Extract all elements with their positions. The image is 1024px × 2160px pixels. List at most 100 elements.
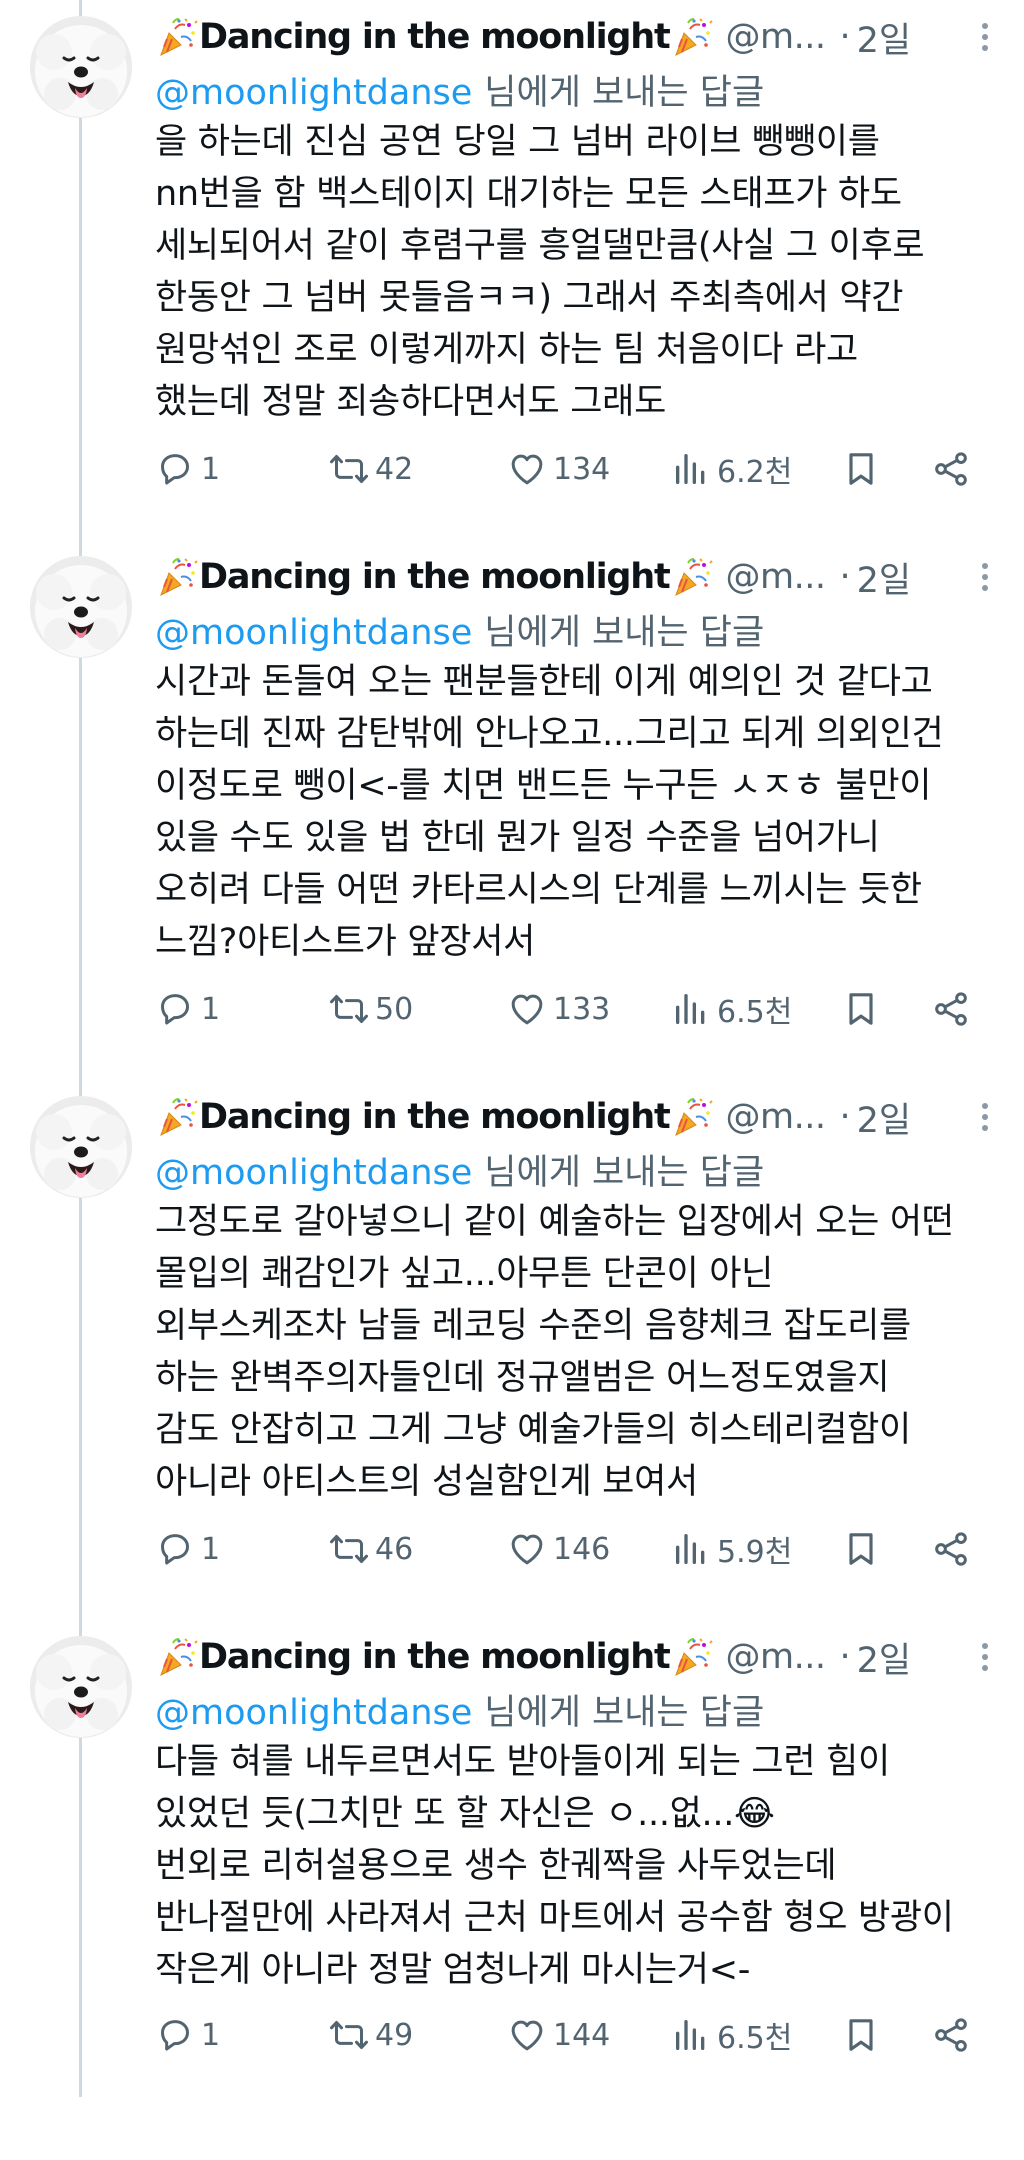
timestamp[interactable]: 2일	[857, 1632, 911, 1683]
timestamp[interactable]: 2일	[857, 552, 911, 603]
views-button[interactable]: 5.9천	[671, 1524, 792, 1574]
heart-icon	[507, 2015, 547, 2055]
tweet[interactable]: Dancing in the moonlight @m... · 2일 @moo…	[0, 1080, 1024, 1620]
bookmark-button[interactable]	[841, 2010, 881, 2060]
bookmark-button[interactable]	[841, 1524, 881, 1574]
retweet-button[interactable]: 46	[329, 1524, 413, 1574]
views-button[interactable]: 6.5천	[671, 2010, 792, 2060]
party-popper-emoji-icon	[670, 1095, 714, 1139]
more-options-icon[interactable]	[965, 1636, 1005, 1678]
tweet[interactable]: Dancing in the moonlight @m... · 2일 @moo…	[0, 0, 1024, 540]
heart-icon	[507, 989, 547, 1029]
tweet[interactable]: Dancing in the moonlight @m... · 2일 @moo…	[0, 540, 1024, 1080]
retweet-count: 42	[375, 451, 414, 487]
view-count: 5.9천	[717, 1535, 793, 1570]
display-name[interactable]: Dancing in the moonlight	[199, 1097, 671, 1137]
tweet[interactable]: Dancing in the moonlight @m... · 2일 @moo…	[0, 1620, 1024, 2160]
reply-count: 1	[201, 451, 221, 487]
share-button[interactable]	[931, 1524, 971, 1574]
tweet-text-line: 한동안 그 넘버 못들음ㅋㅋ) 그래서 주최측에서 약간	[155, 278, 904, 318]
retweet-icon	[329, 449, 369, 489]
reply-context-label: 님에게 보내는 답글	[484, 613, 765, 653]
reply-icon	[155, 449, 195, 489]
action-bar: 1 49 144 6.5천	[155, 2010, 985, 2060]
action-bar: 1 42 134 6.2천	[155, 444, 985, 494]
retweet-count: 46	[375, 1531, 414, 1567]
retweet-button[interactable]: 50	[329, 984, 413, 1034]
like-button[interactable]: 144	[507, 2010, 610, 2060]
reply-context-label: 님에게 보내는 답글	[484, 73, 765, 113]
like-button[interactable]: 146	[507, 1524, 610, 1574]
like-button[interactable]: 133	[507, 984, 610, 1034]
user-handle[interactable]: @m...	[726, 1637, 826, 1677]
share-button[interactable]	[931, 2010, 971, 2060]
more-options-icon[interactable]	[965, 1096, 1005, 1138]
tweet-text: 다들 혀를 내두르면서도 받아들이게 되는 그런 힘이 있었던 듯(그치만 또 …	[155, 1736, 1005, 1996]
share-button[interactable]	[931, 984, 971, 1034]
bookmark-icon	[841, 449, 881, 489]
retweet-button[interactable]: 42	[329, 444, 413, 494]
tweet-text-line: 했는데 정말 죄송하다면서도 그래도	[155, 382, 666, 422]
tweet-text-line: 세뇌되어서 같이 후렴구를 흥얼댈만큼(사실 그 이후로	[155, 226, 925, 266]
mention-link[interactable]: @moonlightdanse	[155, 1153, 472, 1193]
share-button[interactable]	[931, 444, 971, 494]
user-handle[interactable]: @m...	[726, 17, 826, 57]
retweet-icon	[329, 1529, 369, 1569]
bookmark-icon	[841, 2015, 881, 2055]
bookmark-button[interactable]	[841, 444, 881, 494]
mention-link[interactable]: @moonlightdanse	[155, 73, 472, 113]
display-name[interactable]: Dancing in the moonlight	[199, 1637, 671, 1677]
avatar[interactable]	[30, 556, 132, 658]
tweet-text-line: nn번을 함 백스테이지 대기하는 모든 스태프가 하도	[155, 174, 902, 214]
share-icon	[931, 989, 971, 1029]
like-button[interactable]: 134	[507, 444, 610, 494]
retweet-button[interactable]: 49	[329, 2010, 413, 2060]
tweet-text: 시간과 돈들여 오는 팬분들한테 이게 예의인 것 같다고 하는데 진짜 감탄밖…	[155, 656, 1005, 968]
avatar[interactable]	[30, 1096, 132, 1198]
tweet-text-line: 감도 안잡히고 그게 그냥 예술가들의 히스테리컬함이	[155, 1410, 911, 1450]
reply-button[interactable]: 1	[155, 2010, 220, 2060]
tweet-text: 그정도로 갈아넣으니 같이 예술하는 입장에서 오는 어떤 몰입의 쾌감인가 싶…	[155, 1196, 1005, 1508]
views-button[interactable]: 6.5천	[671, 984, 792, 1034]
tweet-text-line: 느낌?아티스트가 앞장서서	[155, 922, 536, 962]
tweet-text-line: 아니라 아티스트의 성실함인게 보여서	[155, 1462, 698, 1502]
display-name[interactable]: Dancing in the moonlight	[199, 557, 671, 597]
mention-link[interactable]: @moonlightdanse	[155, 1693, 472, 1733]
heart-icon	[507, 449, 547, 489]
tweet-text-line: 있을 수도 있을 법 한데 뭔가 일정 수준을 넘어가니	[155, 818, 880, 858]
avatar[interactable]	[30, 16, 132, 118]
tweet-text-line: 외부스케조차 남들 레코딩 수준의 음향체크 잡도리를	[155, 1306, 911, 1346]
user-handle[interactable]: @m...	[726, 557, 826, 597]
reply-button[interactable]: 1	[155, 984, 220, 1034]
reply-button[interactable]: 1	[155, 1524, 220, 1574]
timestamp[interactable]: 2일	[857, 1092, 911, 1143]
more-options-icon[interactable]	[965, 556, 1005, 598]
party-popper-emoji-icon	[155, 1095, 199, 1139]
analytics-icon	[671, 1529, 711, 1569]
reply-context: @moonlightdanse 님에게 보내는 답글	[155, 1684, 764, 1735]
heart-icon	[507, 1529, 547, 1569]
tweet-text-line: 번외로 리허설용으로 생수 한궤짝을 사두었는데	[155, 1846, 837, 1886]
timestamp[interactable]: 2일	[857, 12, 911, 63]
avatar[interactable]	[30, 1636, 132, 1738]
tweet-text: 을 하는데 진심 공연 당일 그 넘버 라이브 뺑뺑이를 nn번을 함 백스테이…	[155, 116, 1005, 428]
views-button[interactable]: 6.2천	[671, 444, 792, 494]
retweet-count: 49	[375, 2017, 414, 2053]
user-handle[interactable]: @m...	[726, 1097, 826, 1137]
like-count: 134	[553, 451, 611, 487]
separator-dot: ·	[839, 1637, 851, 1677]
reply-context: @moonlightdanse 님에게 보내는 답글	[155, 64, 764, 115]
more-options-icon[interactable]	[965, 16, 1005, 58]
display-name[interactable]: Dancing in the moonlight	[199, 17, 671, 57]
party-popper-emoji-icon	[670, 555, 714, 599]
tweet-text-line: 몰입의 쾌감인가 싶고...아무튼 단콘이 아닌	[155, 1254, 774, 1294]
mention-link[interactable]: @moonlightdanse	[155, 613, 472, 653]
reply-button[interactable]: 1	[155, 444, 220, 494]
separator-dot: ·	[839, 1097, 851, 1137]
reply-count: 1	[201, 2017, 221, 2053]
like-count: 146	[553, 1531, 611, 1567]
party-popper-emoji-icon	[670, 15, 714, 59]
share-icon	[931, 449, 971, 489]
bookmark-button[interactable]	[841, 984, 881, 1034]
tweet-text-line: 그정도로 갈아넣으니 같이 예술하는 입장에서 오는 어떤	[155, 1202, 954, 1242]
